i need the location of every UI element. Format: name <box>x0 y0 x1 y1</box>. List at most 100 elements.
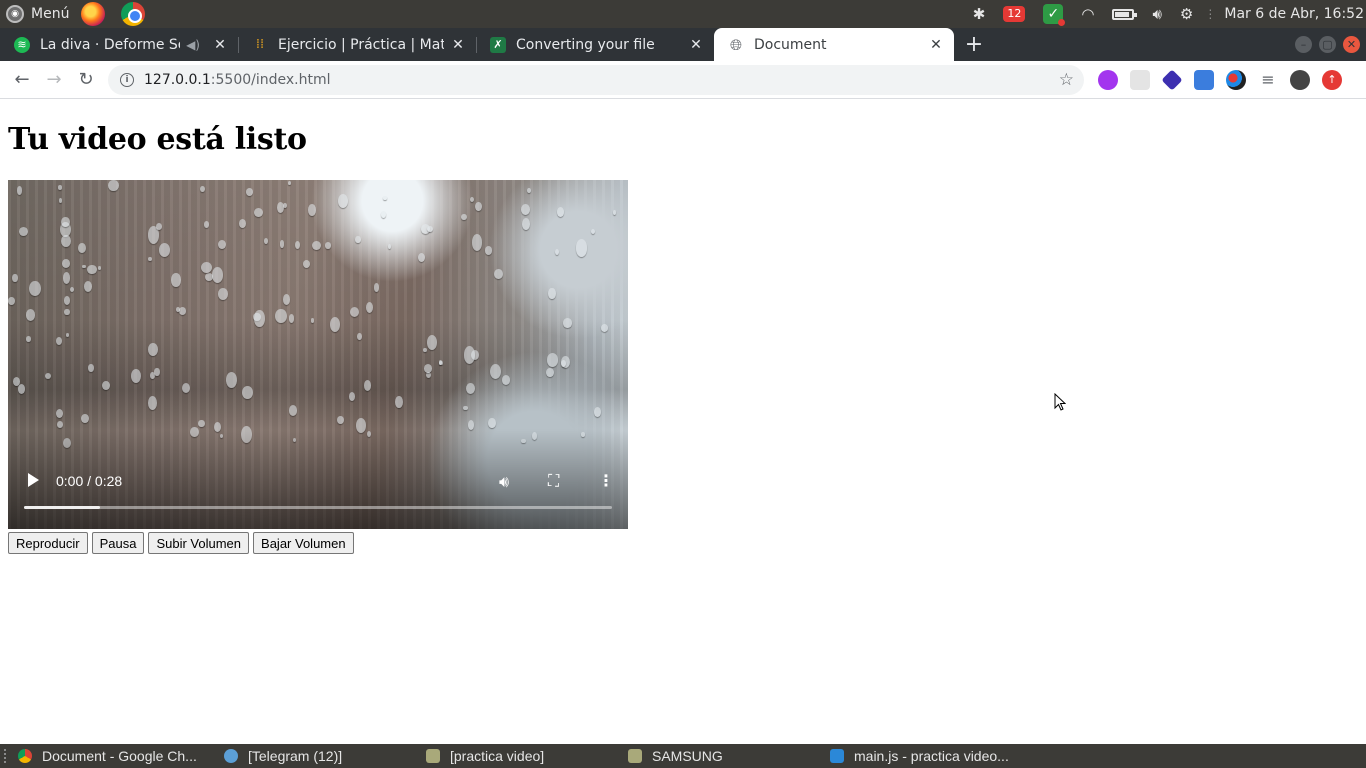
video-volume-icon[interactable]: 🔊︎ <box>499 472 509 492</box>
fullscreen-icon[interactable]: ⛶ <box>548 471 559 491</box>
rain-drop <box>130 369 141 384</box>
rain-drop <box>295 241 301 250</box>
browser-tab-spotify[interactable]: ≋ La diva · Deforme Sem ◀) ✕ <box>0 28 238 61</box>
close-window-icon[interactable]: ✕ <box>1343 36 1360 53</box>
taskbar-item-label: Document - Google Ch... <box>42 748 197 764</box>
media-queue-icon[interactable]: ≡ <box>1258 70 1278 90</box>
profile-avatar[interactable] <box>1290 69 1310 90</box>
close-tab-icon[interactable]: ✕ <box>928 37 944 53</box>
pause-button[interactable]: Pausa <box>91 532 145 554</box>
back-arrow-icon[interactable]: ← <box>6 64 38 96</box>
rain-drop <box>63 296 70 305</box>
rain-drop <box>490 364 502 380</box>
rain-drop <box>484 246 492 255</box>
taskbar-grip <box>4 749 8 763</box>
wifi-icon[interactable]: ◠ <box>1072 0 1103 28</box>
browser-tab-platzi[interactable]: ⁞⁞ Ejercicio | Práctica | Mater ✕ <box>238 28 476 61</box>
close-tab-icon[interactable]: ✕ <box>450 37 466 53</box>
chrome-launcher-icon[interactable] <box>121 2 146 26</box>
rain-drop <box>58 197 63 204</box>
site-info-icon[interactable]: i <box>120 72 134 87</box>
rain-drop <box>469 197 474 203</box>
rain-drop <box>61 216 70 228</box>
extension-icon[interactable] <box>1098 69 1118 90</box>
extension-icon[interactable] <box>1226 69 1246 90</box>
rain-drop <box>200 261 213 274</box>
rain-drop <box>563 318 572 328</box>
rain-drop <box>82 264 86 269</box>
minimize-window-icon[interactable]: – <box>1295 36 1312 53</box>
settings-icon[interactable]: ⚙ <box>1171 0 1202 28</box>
check-icon[interactable]: ✓ <box>1034 0 1072 28</box>
more-options-icon[interactable]: ⋮ <box>598 471 614 490</box>
firefox-launcher-icon[interactable] <box>81 2 106 26</box>
address-bar[interactable]: i 127.0.0.1:5500/index.html ☆ <box>108 64 1084 95</box>
rain-drop <box>426 334 438 350</box>
extension-icon[interactable] <box>1194 69 1214 90</box>
notification-badge[interactable]: 12 <box>994 0 1034 28</box>
video-play-icon[interactable] <box>26 472 42 488</box>
new-tab-button[interactable]: + <box>954 28 994 61</box>
update-arrow-icon[interactable]: ↑ <box>1322 69 1342 90</box>
video-player[interactable]: 0:00 / 0:28 🔊︎ ⛶ ⋮ <box>8 180 628 529</box>
rain-drop <box>282 294 290 305</box>
play-button[interactable]: Reproducir <box>8 532 88 554</box>
rain-drop <box>488 417 496 429</box>
tab-audio-icon[interactable]: ◀) <box>186 38 200 52</box>
browser-tab-document[interactable]: 🌐︎ Document ✕ <box>714 28 954 61</box>
rain-drop <box>502 375 511 385</box>
bookmark-star-icon[interactable]: ☆ <box>1059 70 1074 90</box>
rain-drop <box>554 248 559 255</box>
tab-title: Ejercicio | Práctica | Mater <box>278 36 444 53</box>
close-tab-icon[interactable]: ✕ <box>688 37 704 53</box>
rain-drop <box>373 282 380 292</box>
volume-icon[interactable]: 🔊︎ <box>1143 0 1170 28</box>
battery-icon[interactable] <box>1103 0 1143 28</box>
rain-drop <box>427 225 434 233</box>
rain-drop <box>310 318 315 323</box>
rain-drop <box>575 239 588 257</box>
rain-drop <box>245 188 253 196</box>
video-progress-bar[interactable] <box>24 506 612 509</box>
rain-drop <box>70 287 75 293</box>
forward-arrow-icon[interactable]: → <box>38 64 70 96</box>
maximize-window-icon[interactable]: ▢ <box>1319 36 1336 53</box>
telegram-icon <box>224 749 238 763</box>
taskbar-item-chrome[interactable]: Document - Google Ch... <box>12 744 218 768</box>
rain-drop <box>383 196 387 201</box>
rain-drop <box>423 348 427 353</box>
rain-drop <box>546 353 559 367</box>
rain-drop <box>349 306 359 317</box>
taskbar-item-samsung[interactable]: SAMSUNG <box>622 744 824 768</box>
rain-drop <box>61 259 71 269</box>
system-menu-button[interactable]: ◉ Menú <box>0 0 77 28</box>
taskbar-item-vscode[interactable]: main.js - practica video... <box>824 744 1044 768</box>
rain-drop <box>324 242 332 249</box>
browser-tab-converting[interactable]: ✗ Converting your file ✕ <box>476 28 714 61</box>
system-clock[interactable]: Mar 6 de Abr, 16:52 <box>1218 6 1366 22</box>
taskbar-item-practica-video[interactable]: [practica video] <box>420 744 622 768</box>
taskbar-item-telegram[interactable]: [Telegram (12)] <box>218 744 420 768</box>
volume-up-button[interactable]: Subir Volumen <box>148 532 250 554</box>
rain-drop <box>417 253 425 262</box>
volume-down-button[interactable]: Bajar Volumen <box>253 532 354 554</box>
rain-drop <box>64 308 70 316</box>
rain-drop <box>254 208 263 218</box>
system-menu-label: Menú <box>31 6 70 22</box>
rain-drop <box>154 367 160 376</box>
extension-icon[interactable] <box>1161 68 1183 91</box>
rain-drop <box>463 405 468 411</box>
reload-icon[interactable]: ↻ <box>70 64 102 96</box>
rain-drop <box>19 227 28 237</box>
extensions-bar: ≡ ↑ <box>1084 68 1342 91</box>
rain-drop <box>302 260 310 269</box>
close-tab-icon[interactable]: ✕ <box>212 37 228 53</box>
page-title: Tu video está listo <box>8 122 307 157</box>
url-path: :5500/index.html <box>210 71 331 88</box>
rain-drop <box>55 408 63 418</box>
rain-drop <box>520 204 530 216</box>
bluetooth-icon[interactable]: ✱ <box>964 0 995 28</box>
rain-drop <box>8 297 15 305</box>
rain-drop <box>254 310 265 327</box>
extension-icon[interactable] <box>1130 69 1150 90</box>
